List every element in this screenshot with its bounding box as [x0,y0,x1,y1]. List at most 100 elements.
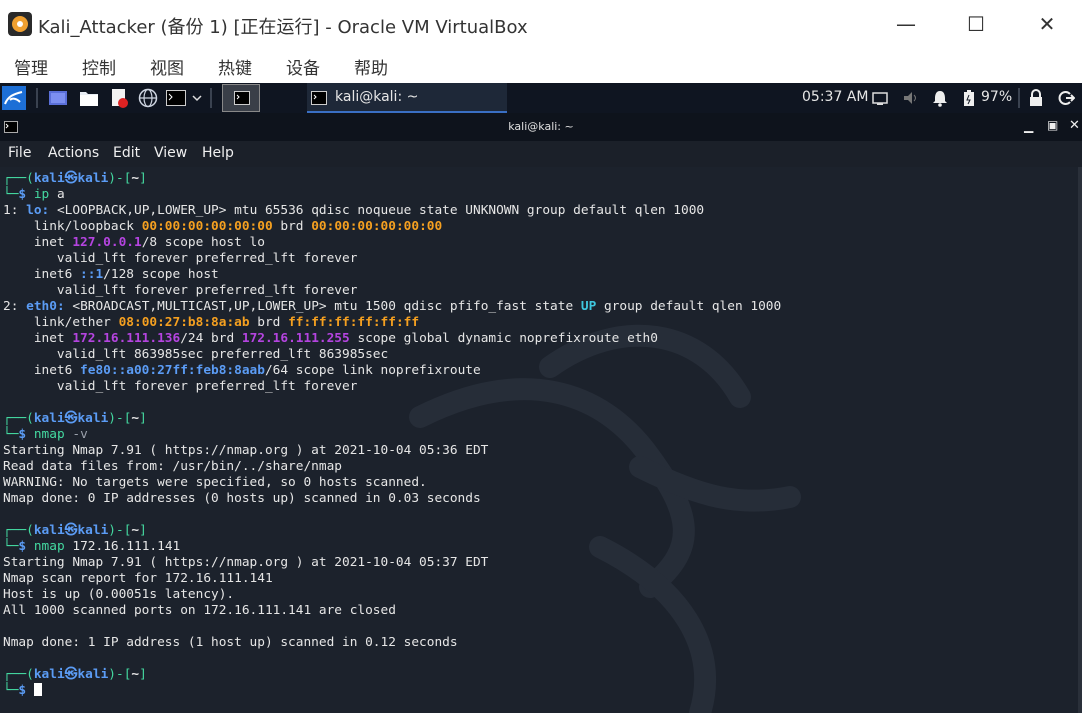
panel-separator [210,88,212,108]
prompt-decoration: ] [139,411,147,426]
terminal-minimize-button[interactable]: ▁ [1024,119,1033,133]
terminal-icon [234,91,250,105]
prompt-decoration: └─ [3,539,19,554]
output-segment: fe80::a00:27ff:feb8:8aab [80,363,265,378]
prompt-symbol: $ [18,187,34,202]
prompt-decoration: ┌──( [3,411,34,426]
output-segment: valid_lft 863985sec preferred_lft 863985… [3,347,389,362]
logout-icon[interactable] [1057,88,1075,108]
panel-separator [36,88,38,108]
text-editor-icon[interactable] [109,88,129,108]
output-segment: 00:00:00:00:00:00 [311,219,443,234]
display-icon[interactable] [872,88,888,108]
taskbar-item-terminal[interactable]: kali@kali: ~ [307,83,507,113]
output-segment: Starting Nmap 7.91 ( https://nmap.org ) … [3,555,489,570]
output-segment: /128 scope host [103,267,219,282]
battery-percentage[interactable]: 97% [981,89,1012,105]
terminal-scrollbar[interactable] [1078,167,1082,713]
top-panel: kali@kali: ~ 05:37 AM 97% [0,83,1082,113]
workspace-switcher[interactable] [222,84,260,112]
command-name: nmap [33,427,65,442]
command-line: └─$ [3,683,781,699]
prompt-at-symbol: ㉿ [64,523,78,538]
clock[interactable]: 05:37 AM [802,89,868,105]
file-manager-icon[interactable] [79,88,99,108]
output-segment: All 1000 scanned ports on 172.16.111.141… [3,603,396,618]
prompt-decoration: ] [139,171,147,186]
menu-edit[interactable]: Edit [113,145,140,161]
menu-view[interactable]: View [154,145,187,161]
virtualbox-menubar: 管理 控制 视图 热键 设备 帮助 [0,48,1082,82]
output-line: valid_lft forever preferred_lft forever [3,251,781,267]
output-line: Nmap done: 0 IP addresses (0 hosts up) s… [3,491,781,507]
prompt-user: kali [33,667,65,682]
terminal-lines: ┌──(kali㉿kali)-[~] └─$ ip a 1: lo: <LOOPBA… [3,171,781,699]
prompt-decoration: ] [139,523,147,538]
menu-control[interactable]: 控制 [82,54,116,79]
output-segment: Host is up (0.00051s latency). [3,587,235,602]
prompt-line: ┌──(kali㉿kali)-[~] [3,667,781,683]
prompt-decoration: └─ [3,683,19,698]
prompt-host: kali [77,171,109,186]
lock-icon[interactable] [1028,88,1044,108]
kali-menu-icon[interactable] [2,86,26,110]
volume-icon[interactable] [902,88,920,108]
menu-help[interactable]: 帮助 [354,54,388,79]
output-line: WARNING: No targets were specified, so 0… [3,475,781,491]
notification-bell-icon[interactable] [931,88,949,108]
output-line: Nmap scan report for 172.16.111.141 [3,571,781,587]
output-line: 2: eth0: <BROADCAST,MULTICAST,UP,LOWER_U… [3,299,781,315]
minimize-button[interactable]: — [886,8,926,40]
prompt-decoration: )-[ [108,523,132,538]
maximize-button[interactable]: ☐ [956,8,996,40]
output-segment: brd [272,219,312,234]
browser-icon[interactable] [138,88,158,108]
menu-manage[interactable]: 管理 [14,54,48,79]
output-segment: lo: [26,203,50,218]
output-segment: Nmap scan report for 172.16.111.141 [3,571,273,586]
command-line: └─$ nmap -v [3,427,781,443]
terminal-icon [311,91,327,105]
terminal-close-button[interactable]: ✕ [1069,118,1080,133]
menu-devices[interactable]: 设备 [286,54,320,79]
close-button[interactable]: ✕ [1027,8,1067,40]
output-segment: 127.0.0.1 [72,235,142,250]
prompt-line: ┌──(kali㉿kali)-[~] [3,171,781,187]
menu-hotkey[interactable]: 热键 [218,54,252,79]
prompt-symbol: $ [18,683,34,698]
output-segment: 00:00:00:00:00:00 [141,219,273,234]
terminal-menubar: File Actions Edit View Help [0,141,1082,167]
output-line: Starting Nmap 7.91 ( https://nmap.org ) … [3,555,781,571]
output-segment: 2: [3,299,27,314]
prompt-dir: ~ [131,411,140,426]
output-segment: Starting Nmap 7.91 ( https://nmap.org ) … [3,443,489,458]
command-name: nmap [33,539,65,554]
workspace-icon[interactable] [48,88,68,108]
menu-actions[interactable]: Actions [48,145,99,161]
window-title: Kali_Attacker (备份 1) [正在运行] - Oracle VM … [38,17,528,38]
output-segment: inet [3,331,73,346]
output-segment: link/ether [3,315,119,330]
prompt-decoration: ┌──( [3,667,34,682]
menu-help[interactable]: Help [202,145,234,161]
output-line: inet 127.0.0.1/8 scope host lo [3,235,781,251]
chevron-down-icon[interactable] [191,88,203,108]
output-line: Starting Nmap 7.91 ( https://nmap.org ) … [3,443,781,459]
terminal-icon[interactable] [166,88,186,108]
menu-file[interactable]: File [8,145,31,161]
prompt-symbol: $ [18,539,34,554]
output-line: valid_lft 863985sec preferred_lft 863985… [3,347,781,363]
output-segment: <BROADCAST,MULTICAST,UP,LOWER_UP> mtu 15… [64,299,581,314]
output-line: inet 172.16.111.136/24 brd 172.16.111.25… [3,331,781,347]
output-line: Read data files from: /usr/bin/../share/… [3,459,781,475]
output-segment: scope global dynamic noprefixroute eth0 [349,331,658,346]
prompt-decoration: )-[ [108,667,132,682]
battery-icon[interactable] [962,88,976,108]
terminal-maximize-button[interactable]: ▣ [1047,118,1058,132]
output-line: valid_lft forever preferred_lft forever [3,283,781,299]
virtualbox-titlebar: Kali_Attacker (备份 1) [正在运行] - Oracle VM … [0,0,1082,48]
menu-view[interactable]: 视图 [150,54,184,79]
terminal-output[interactable]: ┌──(kali㉿kali)-[~] └─$ ip a 1: lo: <LOOPBA… [0,167,1082,713]
